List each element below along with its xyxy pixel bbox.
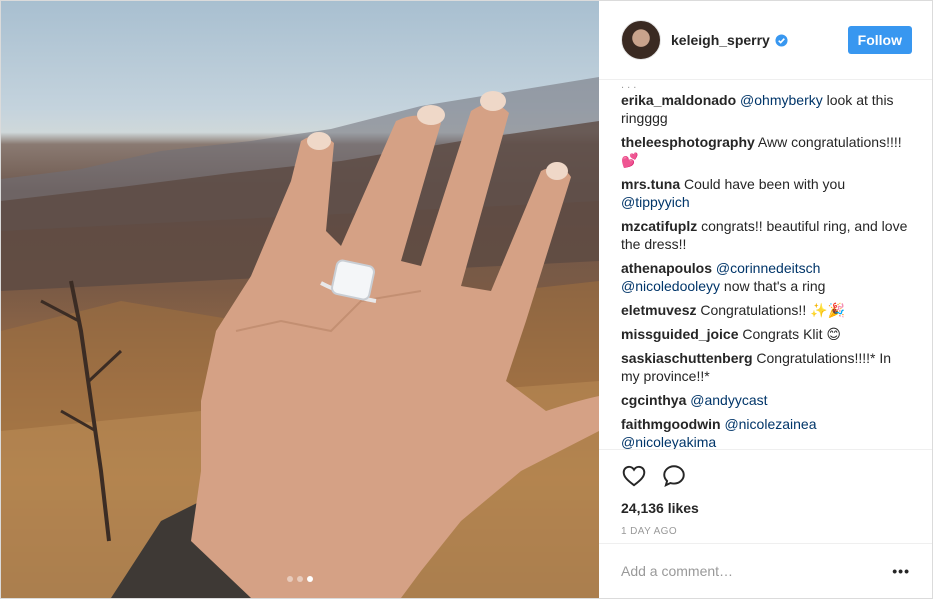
comment-text: now that's a ring: [720, 278, 826, 294]
comment-username[interactable]: mzcatifuplz: [621, 218, 697, 234]
more-options-icon[interactable]: •••: [892, 563, 910, 579]
scrolled-comment-edge: . . .: [621, 80, 637, 89]
comment: missguided_joice Congrats Klit 😊: [621, 325, 908, 343]
avatar[interactable]: [621, 20, 661, 60]
comment-mention[interactable]: @andyycast: [690, 392, 767, 408]
comment-username[interactable]: theleesphotography: [621, 134, 755, 150]
comment-mention[interactable]: @tippyyich: [621, 194, 690, 210]
comment: erika_maldonado @ohmyberky look at this …: [621, 91, 908, 127]
comment-username[interactable]: eletmuvesz: [621, 302, 696, 318]
post-timestamp[interactable]: 1 day ago: [621, 526, 910, 537]
carousel-dot[interactable]: [287, 576, 293, 582]
comment-username[interactable]: athenapoulos: [621, 260, 712, 276]
action-icons: [621, 450, 910, 494]
comment: mrs.tuna Could have been with you @tippy…: [621, 175, 908, 211]
comment-username[interactable]: faithmgoodwin: [621, 416, 721, 432]
add-comment-bar: •••: [599, 543, 932, 598]
comment: athenapoulos @corinnedeitsch @nicoledool…: [621, 259, 908, 295]
comment: mzcatifuplz congrats!! beautiful ring, a…: [621, 217, 908, 253]
comment-text: Congratulations!! ✨🎉: [700, 302, 845, 318]
post-photo[interactable]: [1, 1, 599, 598]
comment-mention[interactable]: @ohmyberky: [740, 92, 823, 108]
comment-text: Congrats Klit 😊: [742, 326, 842, 342]
carousel-dot-active[interactable]: [307, 576, 313, 582]
comment-input[interactable]: [621, 563, 893, 579]
like-count[interactable]: 24,136 likes: [621, 500, 910, 516]
comment: theleesphotography Aww congratulations!!…: [621, 133, 908, 169]
hand-ring-photo: [1, 77, 599, 598]
comment: saskiaschuttenberg Congratulations!!!!* …: [621, 349, 908, 385]
comment-username[interactable]: missguided_joice: [621, 326, 738, 342]
post-header: keleigh_sperry Follow: [599, 1, 932, 80]
comment-username[interactable]: cgcinthya: [621, 392, 686, 408]
comment-text: Could have been with you: [684, 176, 846, 192]
speech-bubble-icon[interactable]: [661, 463, 687, 489]
comment-list[interactable]: . . . erika_maldonado @ohmyberky look at…: [599, 80, 932, 449]
comment-username[interactable]: erika_maldonado: [621, 92, 736, 108]
comment: cgcinthya @andyycast: [621, 391, 908, 409]
comment-username[interactable]: mrs.tuna: [621, 176, 680, 192]
comment-mention[interactable]: @nicolezainea: [724, 416, 816, 432]
comment: eletmuvesz Congratulations!! ✨🎉: [621, 301, 908, 319]
comment-username[interactable]: saskiaschuttenberg: [621, 350, 753, 366]
author-username[interactable]: keleigh_sperry: [671, 32, 770, 48]
instagram-post: keleigh_sperry Follow . . . erika_maldon…: [0, 0, 933, 599]
heart-icon[interactable]: [621, 463, 647, 489]
comment: faithmgoodwin @nicolezainea @nicoleyakim…: [621, 415, 908, 449]
verified-badge-icon: [775, 33, 788, 47]
carousel-dot[interactable]: [297, 576, 303, 582]
comment-mention[interactable]: @nicoleyakima: [621, 434, 716, 449]
carousel-indicator: [287, 576, 313, 582]
comment-mention[interactable]: @nicoledooleyy: [621, 278, 720, 294]
post-sidebar: keleigh_sperry Follow . . . erika_maldon…: [599, 1, 932, 598]
comment-mention[interactable]: @corinnedeitsch: [716, 260, 821, 276]
follow-button[interactable]: Follow: [847, 26, 912, 54]
